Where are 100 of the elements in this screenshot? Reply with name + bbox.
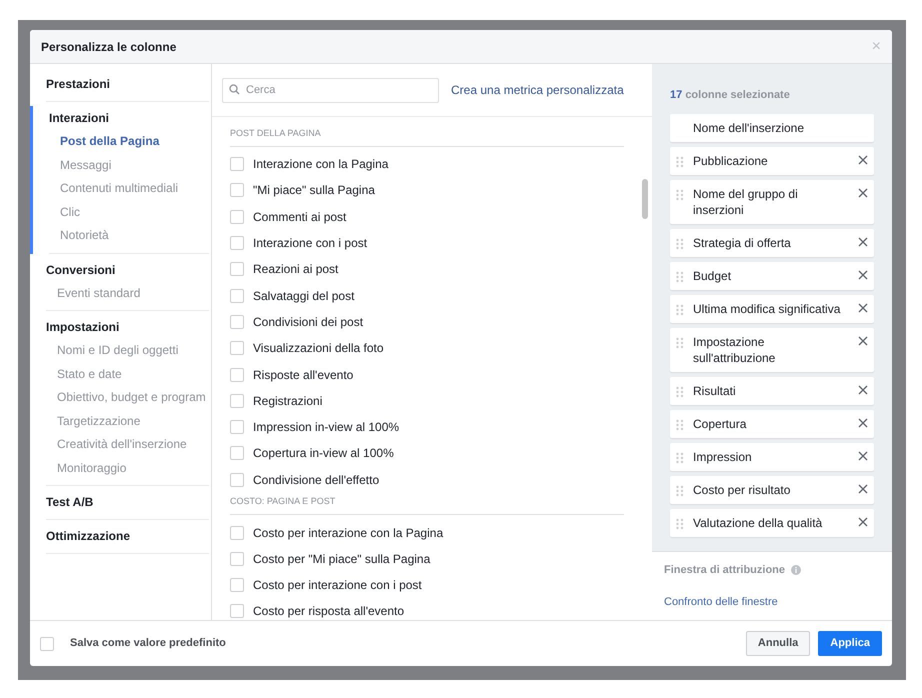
drag-handle-icon[interactable] (676, 518, 684, 530)
column-name: Impression (693, 449, 753, 465)
sidebar-section[interactable]: Impostazioni (46, 315, 209, 339)
scrollbar-thumb[interactable] (642, 179, 648, 219)
checkbox[interactable] (230, 394, 244, 408)
remove-icon[interactable] (858, 517, 868, 527)
drag-handle-icon[interactable] (676, 419, 684, 431)
compare-windows-link[interactable]: Confronto delle finestre (664, 594, 880, 610)
column-chip[interactable]: Copertura (670, 410, 874, 438)
metric-label: Interazione con i post (253, 235, 368, 252)
drag-handle-icon[interactable] (676, 337, 684, 349)
checkbox[interactable] (230, 472, 244, 487)
remove-icon[interactable] (858, 155, 868, 165)
metric-label: Impression in-view al 100% (253, 419, 400, 436)
selected-count: 17 colonne selezionate (670, 89, 790, 101)
search-icon (229, 84, 240, 95)
dialog-title: Personalizza le colonne (41, 38, 176, 56)
column-name: Nome dell'inserzione (693, 120, 806, 136)
sidebar-section[interactable]: Test A/B (46, 490, 209, 514)
metric-label: Salvataggi del post (253, 288, 354, 305)
column-name: Costo per risultato (693, 482, 792, 498)
checkbox[interactable] (230, 552, 244, 566)
drag-handle-icon[interactable] (676, 238, 684, 250)
checkbox[interactable] (230, 368, 244, 382)
checkbox[interactable] (230, 236, 244, 250)
metric-label: "Mi piace" sulla Pagina (253, 182, 375, 200)
column-chip[interactable]: Valutazione della qualità (670, 509, 874, 537)
checkbox[interactable] (230, 526, 244, 540)
checkbox[interactable] (230, 262, 244, 276)
drag-handle-icon[interactable] (676, 271, 684, 283)
metric-label: Condivisione dell'effetto (253, 472, 380, 489)
sidebar-item[interactable]: Post della Pagina (49, 130, 209, 154)
column-chip[interactable]: Ultima modifica significativa (670, 295, 874, 323)
sidebar-section[interactable]: Ottimizzazione (46, 524, 209, 548)
checkbox[interactable] (230, 183, 244, 198)
column-chip[interactable]: Impostazione sull'attribuzione (670, 328, 874, 372)
create-metric-link[interactable]: Crea una metrica personalizzata (451, 80, 624, 99)
column-chip[interactable]: Strategia di offerta (670, 229, 874, 257)
sidebar-section[interactable]: Conversioni (46, 258, 209, 282)
save-default-label: Salva come valore predefinito (70, 636, 226, 652)
checkbox[interactable] (230, 446, 244, 460)
column-chip[interactable]: Budget (670, 262, 874, 290)
metric-label: Reazioni ai post (253, 261, 338, 278)
metric-label: Costo per "Mi piace" sulla Pagina (253, 550, 430, 568)
group-heading: COSTO: PAGINA E POST (230, 494, 624, 516)
column-name: Pubblicazione (693, 153, 769, 169)
checkbox[interactable] (230, 341, 244, 356)
column-name: Risultati (693, 383, 737, 399)
checkbox[interactable] (40, 636, 54, 650)
remove-icon[interactable] (858, 484, 868, 494)
group-heading: POST DELLA PAGINA (230, 126, 624, 147)
apply-button[interactable]: Applica (818, 631, 882, 656)
column-chip[interactable]: Nome del gruppo di inserzioni (670, 180, 874, 224)
checkbox[interactable] (230, 604, 244, 618)
column-name: Copertura (693, 416, 748, 432)
metric-label: Costo per interazione con la Pagina (253, 524, 444, 542)
drag-handle-icon[interactable] (676, 386, 684, 398)
remove-icon[interactable] (858, 303, 868, 313)
metric-label: Costo per risposta all'evento (253, 603, 404, 620)
remove-icon[interactable] (858, 237, 868, 247)
metric-label: Copertura in-view al 100% (253, 445, 394, 462)
metric-label: Condivisioni dei post (253, 314, 364, 331)
metric-label: Visualizzazioni della foto (253, 340, 384, 358)
drag-handle-icon[interactable] (676, 156, 684, 168)
column-chip[interactable]: Nome dell'inserzione (670, 114, 874, 142)
drag-handle-icon[interactable] (676, 485, 684, 497)
checkbox[interactable] (230, 157, 244, 172)
column-name: Budget (693, 268, 732, 284)
remove-icon[interactable] (858, 336, 868, 346)
metric-label: Interazione con la Pagina (253, 156, 388, 174)
remove-icon[interactable] (858, 385, 868, 395)
info-icon[interactable] (791, 565, 802, 576)
drag-handle-icon[interactable] (676, 304, 684, 316)
checkbox[interactable] (230, 578, 244, 592)
column-chip[interactable]: Risultati (670, 377, 874, 405)
column-name: Ultima modifica significativa (693, 301, 842, 317)
sidebar-section[interactable]: Interazioni (49, 106, 209, 130)
column-chip[interactable]: Pubblicazione (670, 147, 874, 175)
checkbox[interactable] (230, 210, 244, 224)
search-field[interactable]: Cerca (222, 78, 439, 102)
column-name: Strategia di offerta (693, 235, 792, 251)
remove-icon[interactable] (858, 270, 868, 280)
metric-label: Risposte all'evento (253, 366, 354, 384)
checkbox[interactable] (230, 314, 244, 329)
column-chip[interactable]: Impression (670, 443, 874, 471)
column-name: Impostazione sull'attribuzione (693, 334, 776, 366)
remove-icon[interactable] (858, 418, 868, 428)
drag-handle-icon[interactable] (676, 452, 684, 464)
metric-label: Costo per interazione con i post (253, 577, 422, 594)
checkbox[interactable] (230, 288, 244, 303)
drag-handle-icon[interactable] (676, 189, 684, 201)
column-name: Valutazione della qualità (693, 515, 824, 531)
column-chip[interactable]: Costo per risultato (670, 476, 874, 504)
remove-icon[interactable] (858, 188, 868, 198)
remove-icon[interactable] (858, 451, 868, 461)
sidebar-section[interactable]: Prestazioni (46, 72, 209, 96)
metric-label: Registrazioni (253, 392, 322, 410)
metric-label: Commenti ai post (253, 208, 346, 226)
cancel-button[interactable]: Annulla (746, 631, 810, 656)
checkbox[interactable] (230, 420, 244, 434)
